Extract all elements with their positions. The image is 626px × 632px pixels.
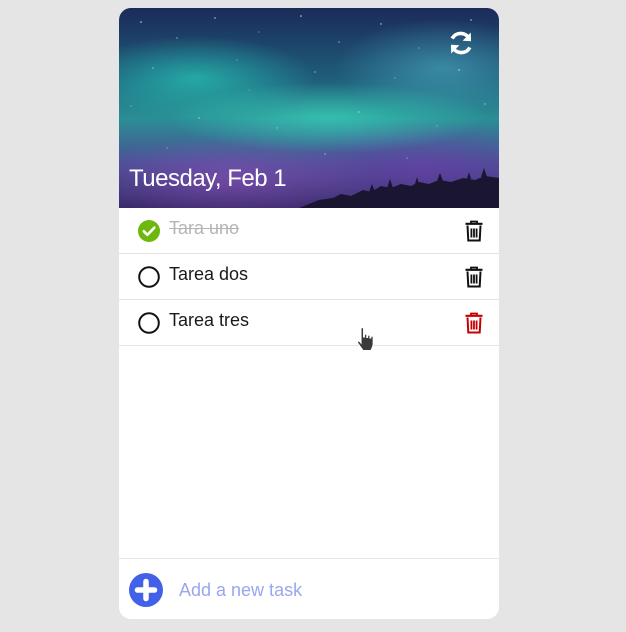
hand-pointer-cursor-icon	[356, 326, 374, 352]
delete-task-button[interactable]	[462, 265, 486, 289]
trash-icon	[465, 220, 483, 242]
empty-circle-icon	[138, 266, 160, 288]
delete-task-button[interactable]	[462, 311, 486, 335]
date-heading: Tuesday, Feb 1	[129, 165, 287, 192]
task-item: Tarea dos	[119, 254, 499, 300]
trash-icon	[465, 266, 483, 288]
new-task-input[interactable]	[177, 575, 481, 605]
task-label: Tarea dos	[169, 264, 249, 284]
empty-circle-icon	[138, 312, 160, 334]
task-label: Tara uno	[169, 218, 240, 238]
task-checkbox[interactable]	[138, 312, 160, 334]
todo-card: Tuesday, Feb 1 Tara uno Tarea dos Tarea …	[119, 8, 499, 619]
delete-task-button[interactable]	[462, 219, 486, 243]
trash-icon	[465, 312, 483, 334]
task-checkbox[interactable]	[138, 266, 160, 288]
task-checkbox[interactable]	[138, 220, 160, 242]
header-banner: Tuesday, Feb 1	[119, 8, 499, 208]
refresh-button[interactable]	[445, 26, 477, 60]
plus-icon	[134, 578, 158, 602]
task-label: Tarea tres	[169, 310, 250, 330]
add-task-button[interactable]	[129, 573, 163, 607]
task-item: Tarea tres	[119, 300, 499, 346]
add-task-bar	[119, 558, 499, 619]
task-item: Tara uno	[119, 208, 499, 254]
check-circle-icon	[138, 220, 160, 242]
refresh-icon	[450, 31, 472, 55]
